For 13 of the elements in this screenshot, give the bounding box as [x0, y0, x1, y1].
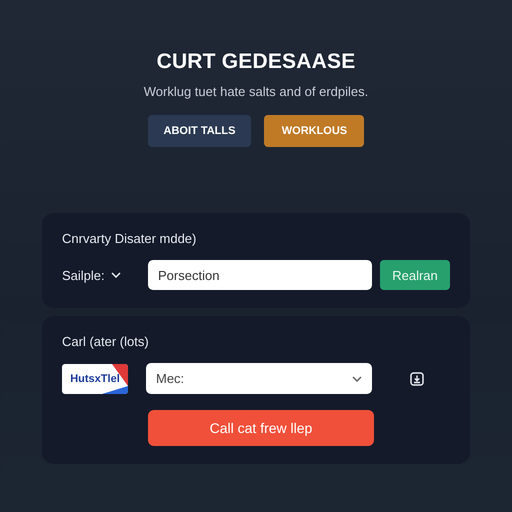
input-field[interactable]: Porsection: [148, 260, 372, 290]
call-button[interactable]: Call cat frew llep: [148, 410, 374, 446]
card-heading: Carl (ater (lots): [62, 334, 150, 349]
page-subtitle: Worklug tuet hate salts and of erdpiles.: [144, 84, 368, 99]
secondary-button[interactable]: ABOIT TALLS: [148, 115, 252, 147]
chevron-down-icon: [110, 272, 121, 278]
chevron-down-icon: [352, 376, 362, 382]
card-heading: Cnrvarty Disater mdde): [62, 231, 198, 246]
page-title: CURT GEDESAASE: [156, 50, 356, 74]
logo: HutsxTlel: [62, 364, 128, 394]
select-field[interactable]: Mec:: [146, 363, 372, 394]
download-icon[interactable]: [410, 372, 424, 386]
sample-dropdown[interactable]: Sailple:: [62, 268, 148, 282]
